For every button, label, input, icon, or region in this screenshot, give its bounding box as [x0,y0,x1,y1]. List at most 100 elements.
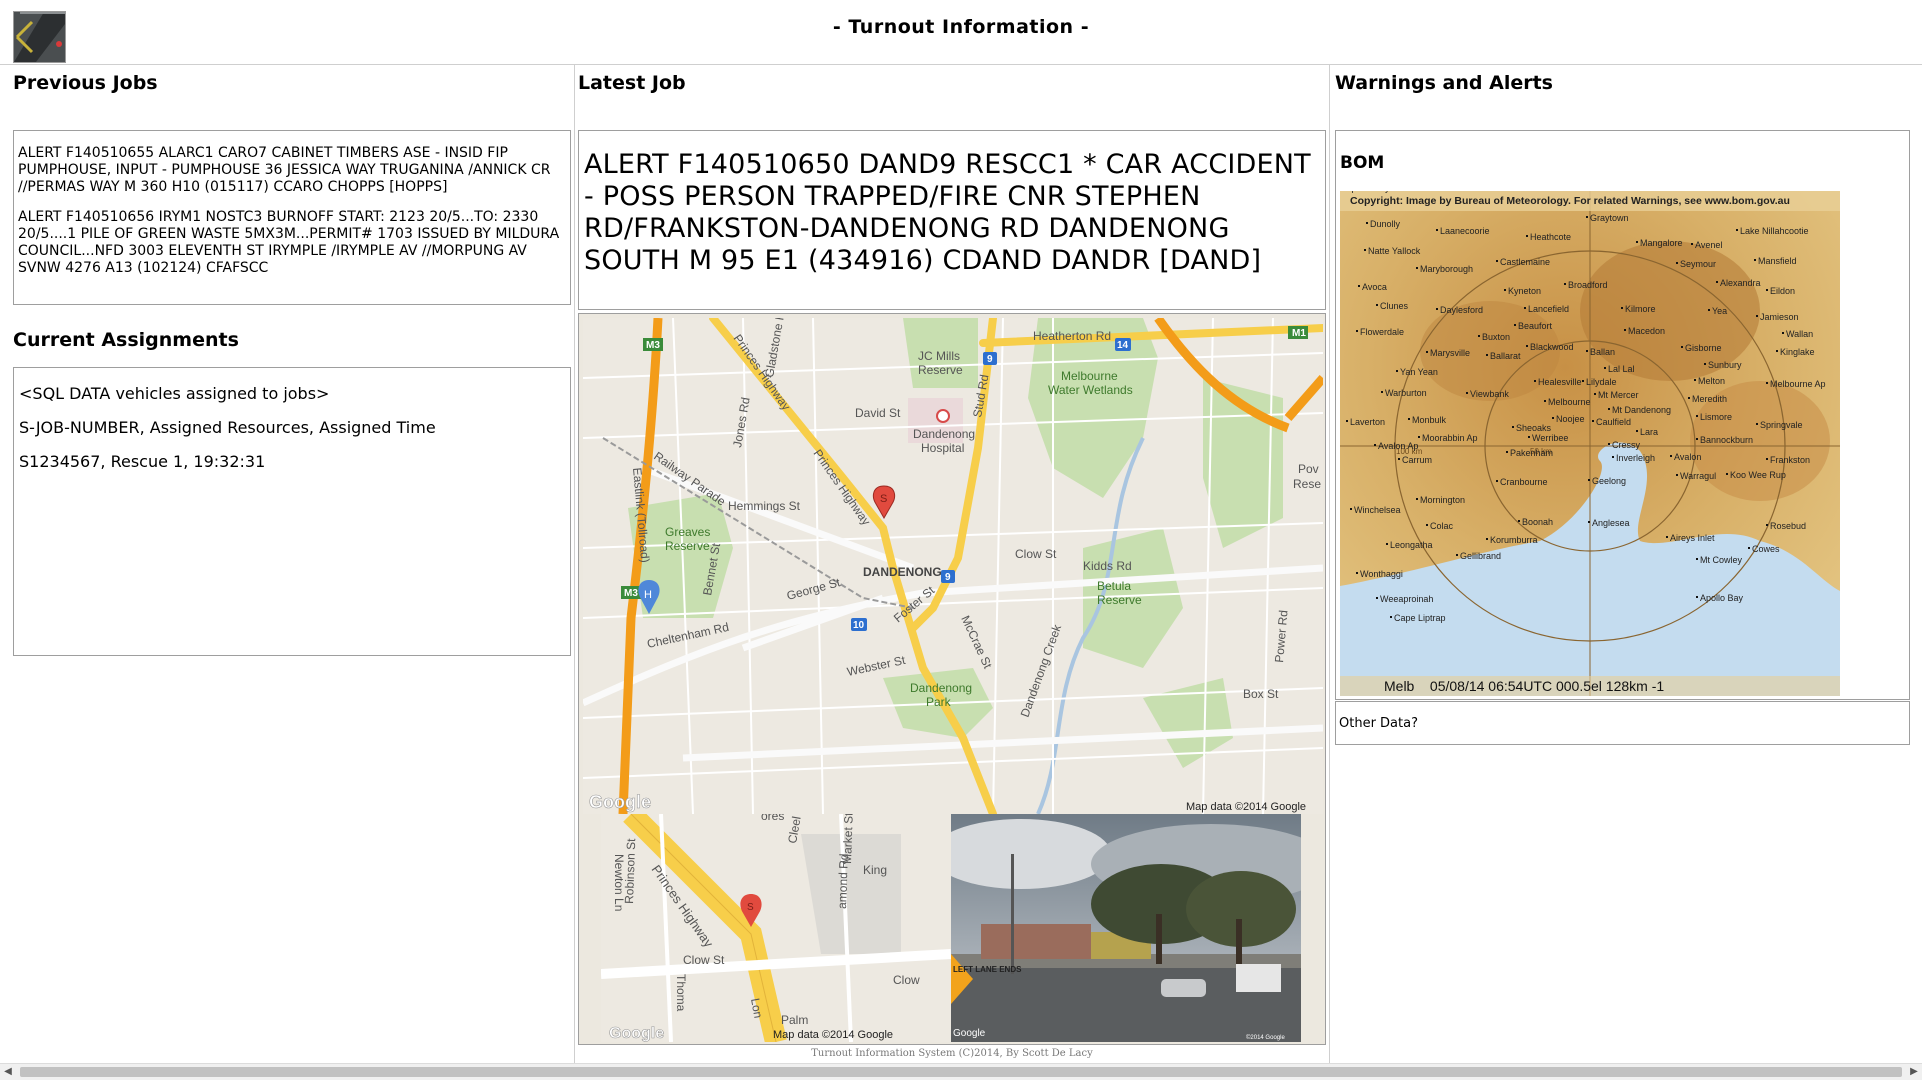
radar-place-dot [1776,350,1778,352]
radar-place-dot [1350,508,1352,510]
radar-place-label: Marysville [1430,348,1470,358]
radar-place-label: Cape Liptrap [1394,613,1446,623]
radar-place-dot [1612,456,1614,458]
footer-credit: Turnout Information System (C)2014, By S… [811,1048,1093,1059]
radar-place-label: Bannockburn [1700,435,1753,445]
radar-place-dot [1534,380,1536,382]
radar-place-dot [1426,351,1428,353]
radar-place-dot [1748,547,1750,549]
map-label: Greaves [665,525,710,539]
radar-place-label: Carrum [1402,455,1432,465]
radar-place-dot [1552,417,1554,419]
radar-place-dot [1376,304,1378,306]
map-label: amond Rd [835,853,851,909]
radar-place-dot [1756,423,1758,425]
previous-jobs-title: Previous Jobs [13,72,158,94]
map-attribution: Map data ©2014 Google [1186,801,1306,813]
radar-place-label: Kinglake [1780,347,1815,357]
inset-map[interactable]: Princes Highway Clow St Clow King Newton… [601,814,951,1042]
assignment-line: <SQL DATA vehicles assigned to jobs> [19,384,330,403]
radar-place-label: Mansfield [1758,256,1797,266]
radar-place-label: Monbulk [1412,415,1447,425]
radar-place-dot [1356,330,1358,332]
street-view-copyright: ©2014 Google [1246,1034,1285,1041]
scroll-thumb[interactable] [20,1067,1902,1077]
street-view-image[interactable]: LEFT LANE ENDS Google ©2014 Google [951,814,1301,1042]
radar-place-dot [1358,285,1360,287]
radar-place-label: Lismore [1700,412,1732,422]
radar-place-label: Gellibrand [1460,551,1501,561]
horizontal-scrollbar[interactable]: ◀ ▶ [0,1063,1922,1080]
radar-place-label: Werribee [1532,433,1568,443]
radar-place-label: Cowes [1752,544,1780,554]
bom-radar-image[interactable]: Copyright: Image by Bureau of Meteorolog… [1340,191,1840,696]
incident-map[interactable]: JC Mills Reserve Melbourne Water Wetland… [583,318,1323,814]
radar-place-label: Natte Yallock [1368,246,1421,256]
radar-place-dot [1512,426,1514,428]
scroll-right-arrow-icon[interactable]: ▶ [1908,1066,1920,1078]
road-shield: M3 [646,340,660,351]
radar-place-label: Lancefield [1528,304,1569,314]
radar-place-dot [1398,458,1400,460]
radar-place-label: Heathcote [1530,232,1571,242]
scroll-left-arrow-icon[interactable]: ◀ [2,1066,14,1078]
radar-place-dot [1588,479,1590,481]
radar-place-dot [1754,259,1756,261]
radar-place-label: Melbourne [1548,397,1591,407]
radar-place-dot [1364,249,1366,251]
map-area: JC Mills Reserve Melbourne Water Wetland… [578,313,1326,1045]
radar-place-dot [1691,243,1693,245]
road-shield: M1 [1292,328,1306,339]
radar-place-label: Kilmore [1625,304,1656,314]
radar-place-dot [1408,418,1410,420]
google-logo: Google [609,1025,664,1042]
radar-place-dot [1346,420,1348,422]
radar-place-label: Laanecoorie [1440,226,1490,236]
radar-place-label: Macedon [1628,326,1665,336]
google-logo: Google [589,792,651,812]
road-shield: 9 [987,354,993,365]
radar-place-dot [1416,267,1418,269]
radar-place-dot [1696,596,1698,598]
radar-place-label: Leongatha [1390,540,1433,550]
radar-place-label: Healesville [1538,377,1582,387]
radar-place-label: Anglesea [1592,518,1630,528]
radar-place-dot [1496,260,1498,262]
radar-place-label: Gisborne [1685,343,1722,353]
radar-place-dot [1386,543,1388,545]
radar-place-label: Castlemaine [1500,257,1550,267]
radar-place-dot [1696,415,1698,417]
radar-place-label: Jamieson [1760,312,1799,322]
radar-place-dot [1676,474,1678,476]
radar-place-label: Wallan [1786,329,1813,339]
map-attribution: Map data ©2014 Google [773,1029,893,1041]
radar-place-dot [1688,397,1690,399]
radar-place-label: Melbourne Ap [1770,379,1826,389]
radar-place-dot [1356,572,1358,574]
radar-place-label: Flowerdale [1360,327,1404,337]
map-label: Water Wetlands [1048,383,1133,397]
radar-place-dot [1526,345,1528,347]
radar-place-dot [1708,309,1710,311]
radar-place-label: Meredith [1692,394,1727,404]
radar-place-label: Sheoaks [1516,423,1552,433]
hospital-icon [936,409,950,423]
radar-place-dot [1766,524,1768,526]
radar-place-label: Avenel [1695,240,1722,250]
radar-place-label: Dunolly [1370,219,1401,229]
radar-place-label: Kyneton [1508,286,1541,296]
left-column: Previous Jobs ALERT F140510655 ALARC1 CA… [0,65,575,1064]
road-shield: M3 [624,588,638,599]
radar-place-label: Clunes [1380,301,1409,311]
street-sign-text: LEFT LANE ENDS [953,965,1022,974]
radar-place-dot [1504,289,1506,291]
radar-place-dot [1436,308,1438,310]
radar-place-label: Laverton [1350,417,1385,427]
map-label: DANDENONG [863,565,942,579]
radar-place-label: Apollo Bay [1700,593,1744,603]
radar-place-label: Lal Lal [1608,364,1635,374]
radar-place-dot [1426,524,1428,526]
map-label: Clow [893,973,920,987]
radar-place-label: Avalon [1674,452,1701,462]
radar-place-label: Springvale [1760,420,1803,430]
